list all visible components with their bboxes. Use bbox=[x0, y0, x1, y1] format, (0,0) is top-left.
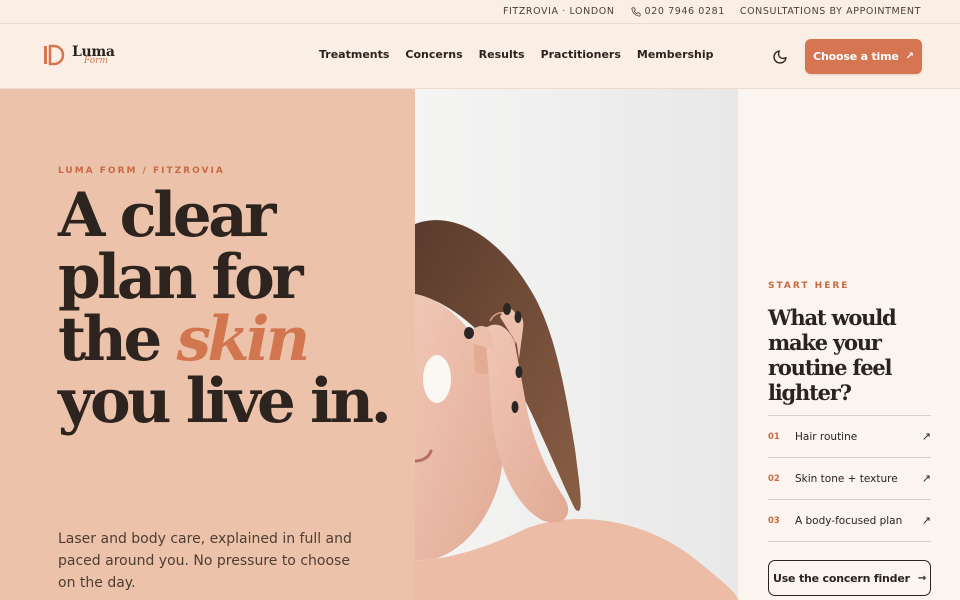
arrow-up-right-icon: ↗ bbox=[921, 514, 931, 527]
option-hair-routine[interactable]: 01 Hair routine ↗ bbox=[768, 416, 931, 458]
nav-treatments[interactable]: Treatments bbox=[319, 48, 389, 61]
phone-link[interactable]: 020 7946 0281 bbox=[631, 6, 725, 17]
headline-accent: skin bbox=[176, 304, 311, 375]
concern-finder-label: Use the concern finder bbox=[772, 571, 910, 585]
logo-mark-icon bbox=[44, 44, 65, 66]
primary-menu: Treatments Concerns Results Practitioner… bbox=[319, 48, 714, 61]
arrow-up-right-icon: ↗ bbox=[905, 51, 914, 62]
panel-title: What would make your routine feel lighte… bbox=[768, 305, 897, 405]
choose-time-label: Choose a time bbox=[813, 50, 899, 63]
option-label: Skin tone + texture bbox=[795, 472, 898, 485]
nav-membership[interactable]: Membership bbox=[637, 48, 714, 61]
option-label: Hair routine bbox=[795, 430, 858, 443]
nav-results[interactable]: Results bbox=[479, 48, 525, 61]
hero-lede: Laser and body care, explained in full a… bbox=[58, 531, 352, 591]
hero-eyebrow: LUMA FORM / FITZROVIA bbox=[58, 166, 225, 176]
arrow-up-right-icon: ↗ bbox=[921, 472, 931, 485]
option-skin-tone[interactable]: 02 Skin tone + texture ↗ bbox=[768, 458, 931, 500]
panel-eyebrow: START HERE bbox=[768, 281, 850, 291]
hero-headline: A clear plan for the skin you live in. bbox=[58, 185, 408, 433]
nav-concerns[interactable]: Concerns bbox=[405, 48, 462, 61]
option-number: 03 bbox=[768, 515, 780, 526]
main-nav: Luma Form Treatments Concerns Results Pr… bbox=[0, 24, 960, 89]
concern-options: 01 Hair routine ↗ 02 Skin tone + texture… bbox=[768, 415, 931, 542]
hero-photo bbox=[415, 89, 738, 600]
option-number: 01 bbox=[768, 431, 780, 442]
utility-bar: FITZROVIA · LONDON 020 7946 0281 CONSULT… bbox=[0, 0, 960, 24]
arrow-right-icon: → bbox=[917, 572, 927, 584]
phone-number: 020 7946 0281 bbox=[644, 6, 725, 17]
concern-panel: START HERE What would make your routine … bbox=[738, 89, 960, 600]
phone-icon bbox=[631, 6, 641, 17]
brand-logo[interactable]: Luma Form bbox=[43, 44, 115, 66]
option-body-plan[interactable]: 03 A body-focused plan ↗ bbox=[768, 500, 931, 542]
option-number: 02 bbox=[768, 473, 780, 484]
arrow-up-right-icon: ↗ bbox=[921, 430, 931, 443]
appointment-note: CONSULTATIONS BY APPOINTMENT bbox=[739, 6, 921, 17]
option-label: A body-focused plan bbox=[795, 514, 903, 527]
hero-intro: LUMA FORM / FITZROVIA A clear plan for t… bbox=[0, 89, 415, 600]
location-text: FITZROVIA · LONDON bbox=[502, 6, 615, 17]
moon-icon[interactable] bbox=[772, 49, 788, 65]
concern-finder-button[interactable]: Use the concern finder → bbox=[768, 560, 931, 596]
headline-part-2: you live in. bbox=[58, 366, 392, 437]
nav-practitioners[interactable]: Practitioners bbox=[541, 48, 621, 61]
choose-time-button[interactable]: Choose a time ↗ bbox=[805, 39, 922, 74]
woman-applying-cream-image bbox=[415, 89, 738, 600]
